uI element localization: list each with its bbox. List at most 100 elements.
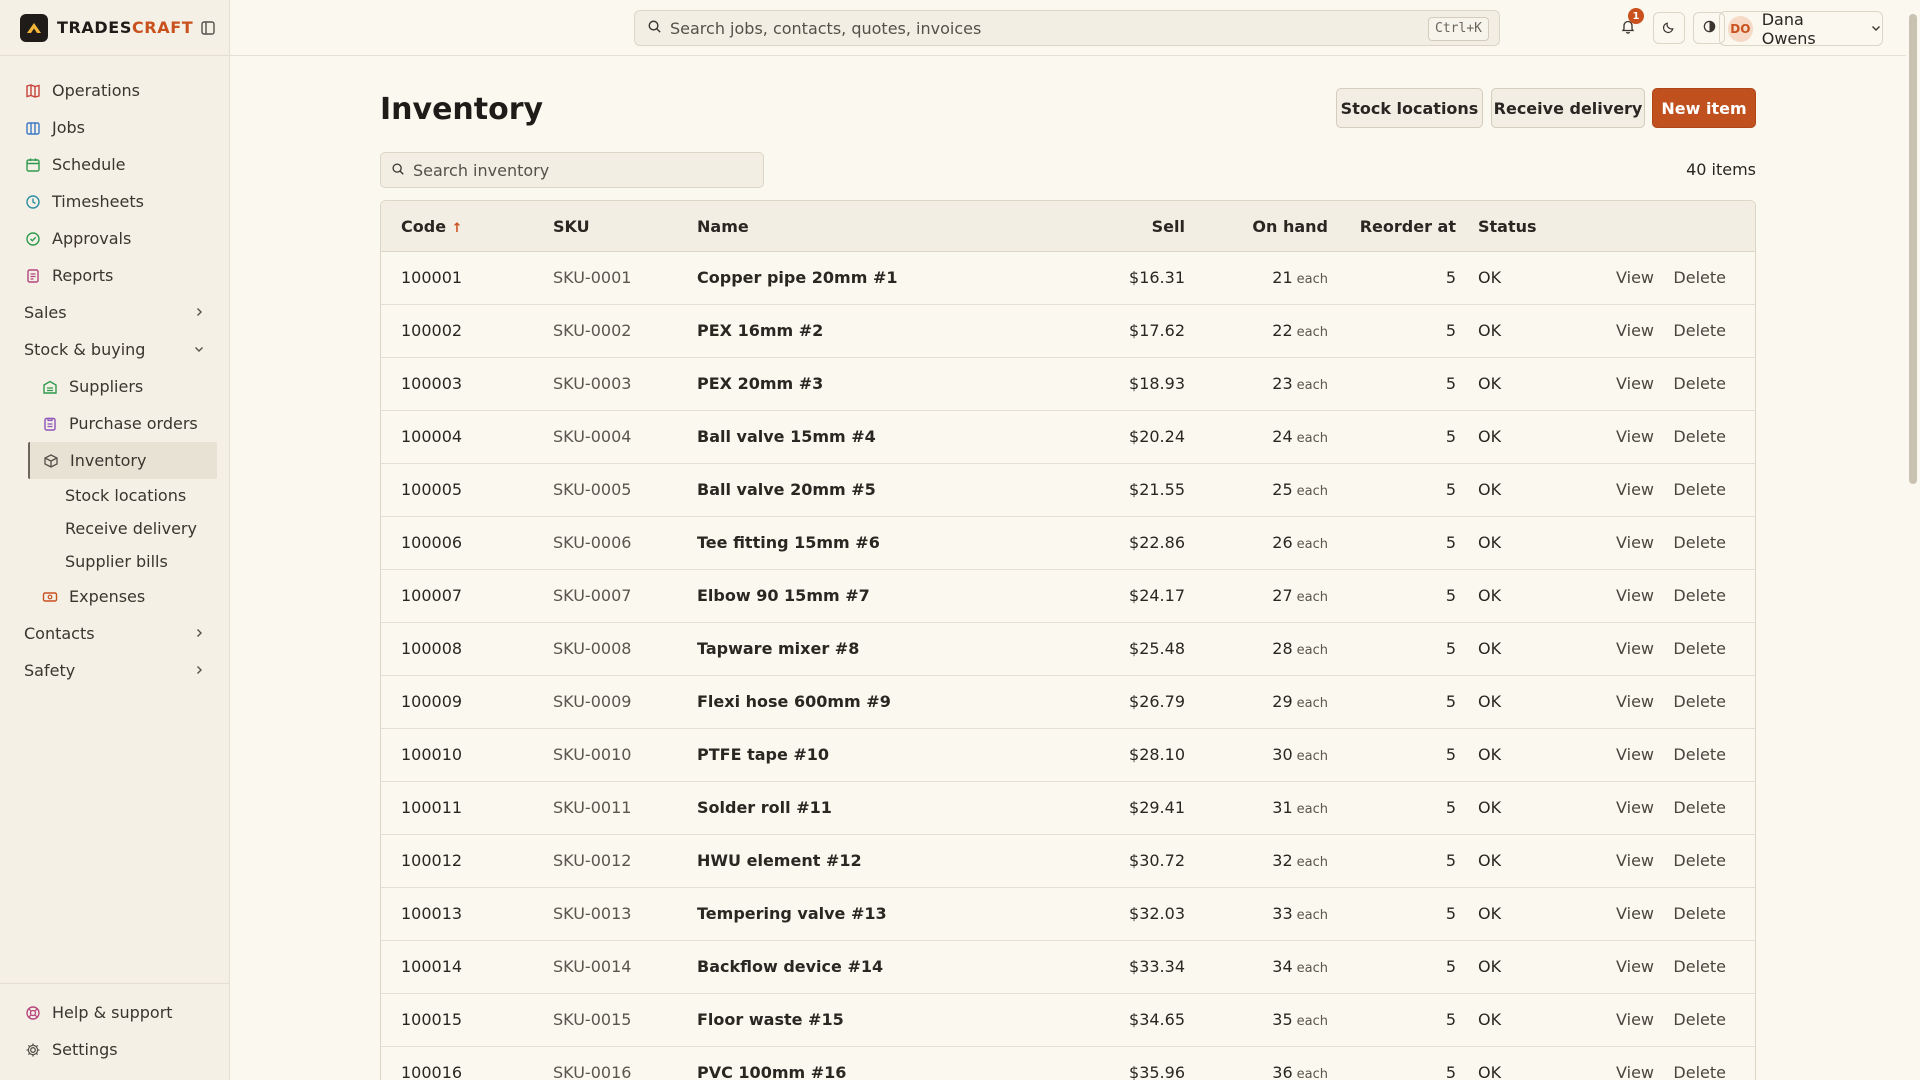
view-link[interactable]: View — [1616, 586, 1654, 605]
cell-code: 100003 — [401, 374, 463, 393]
delete-link[interactable]: Delete — [1673, 1063, 1726, 1080]
sidebar-item-operations[interactable]: Operations — [0, 72, 229, 109]
table-row[interactable]: 100014 SKU-0014 Backflow device #14 $33.34 3… — [381, 941, 1755, 994]
view-link[interactable]: View — [1616, 904, 1654, 923]
view-link[interactable]: View — [1616, 480, 1654, 499]
column-header-code[interactable]: Code ↑ — [401, 217, 463, 236]
table-row[interactable]: 100002 SKU-0002 PEX 16mm #2 $17.62 22 each 5 OK… — [381, 305, 1755, 358]
delete-link[interactable]: Delete — [1673, 374, 1726, 393]
sidebar-collapse-icon[interactable] — [199, 19, 217, 37]
delete-link[interactable]: Delete — [1673, 798, 1726, 817]
sidebar-item-approvals[interactable]: Approvals — [0, 220, 229, 257]
delete-link[interactable]: Delete — [1673, 533, 1726, 552]
sidebar-item-schedule[interactable]: Schedule — [0, 146, 229, 183]
delete-link[interactable]: Delete — [1673, 851, 1726, 870]
view-link[interactable]: View — [1616, 639, 1654, 658]
sidebar-group-sales[interactable]: Sales — [0, 294, 229, 331]
column-header-name[interactable]: Name — [697, 217, 749, 236]
receive-delivery-button[interactable]: Receive delivery — [1491, 88, 1645, 128]
view-link[interactable]: View — [1616, 533, 1654, 552]
cell-sell: $17.62 — [1129, 321, 1185, 340]
theme-toggle-button[interactable] — [1653, 12, 1685, 44]
delete-link[interactable]: Delete — [1673, 904, 1726, 923]
sidebar-group-safety[interactable]: Safety — [0, 652, 229, 689]
cell-code: 100016 — [401, 1063, 463, 1080]
view-link[interactable]: View — [1616, 851, 1654, 870]
sidebar-item-inventory[interactable]: Inventory — [28, 442, 217, 479]
delete-link[interactable]: Delete — [1673, 692, 1726, 711]
sidebar-item-receive-delivery[interactable]: Receive delivery — [0, 512, 229, 545]
sidebar-item-help[interactable]: Help & support — [0, 994, 229, 1031]
inventory-search-input[interactable] — [413, 160, 743, 180]
delete-link[interactable]: Delete — [1673, 427, 1726, 446]
user-menu-button[interactable]: DO Dana Owens — [1719, 10, 1883, 48]
delete-link[interactable]: Delete — [1673, 586, 1726, 605]
delete-link[interactable]: Delete — [1673, 1010, 1726, 1029]
table-row[interactable]: 100011 SKU-0011 Solder roll #11 $29.41 31 eac… — [381, 782, 1755, 835]
cell-status: OK — [1478, 639, 1502, 658]
table-row[interactable]: 100013 SKU-0013 Tempering valve #13 $32.03 3… — [381, 888, 1755, 941]
cell-name: PVC 100mm #16 — [697, 1063, 847, 1080]
table-row[interactable]: 100007 SKU-0007 Elbow 90 15mm #7 $24.17 27 ea… — [381, 570, 1755, 623]
stock-locations-button[interactable]: Stock locations — [1336, 88, 1483, 128]
table-body: 100001 SKU-0001 Copper pipe 20mm #1 $16.31 2… — [381, 252, 1755, 1080]
view-link[interactable]: View — [1616, 798, 1654, 817]
sidebar-item-settings[interactable]: Settings — [0, 1031, 229, 1068]
table-row[interactable]: 100010 SKU-0010 PTFE tape #10 $28.10 30 each 5… — [381, 729, 1755, 782]
table-row[interactable]: 100006 SKU-0006 Tee fitting 15mm #6 $22.86 2… — [381, 517, 1755, 570]
column-header-sku[interactable]: SKU — [553, 217, 590, 236]
table-row[interactable]: 100008 SKU-0008 Tapware mixer #8 $25.48 28 ea… — [381, 623, 1755, 676]
logo-icon[interactable] — [20, 13, 48, 42]
table-row[interactable]: 100004 SKU-0004 Ball valve 15mm #4 $20.24 24… — [381, 411, 1755, 464]
column-header-on-hand[interactable]: On hand — [1252, 217, 1328, 236]
delete-link[interactable]: Delete — [1673, 268, 1726, 287]
cell-status: OK — [1478, 480, 1502, 499]
table-row[interactable]: 100001 SKU-0001 Copper pipe 20mm #1 $16.31 2… — [381, 252, 1755, 305]
cell-sku: SKU-0011 — [553, 798, 632, 817]
view-link[interactable]: View — [1616, 1010, 1654, 1029]
sidebar-group-contacts[interactable]: Contacts — [0, 615, 229, 652]
global-search[interactable]: Ctrl+K — [634, 10, 1500, 46]
column-header-reorder-at[interactable]: Reorder at — [1360, 217, 1456, 236]
view-link[interactable]: View — [1616, 427, 1654, 446]
cell-reorder-at: 5 — [1445, 904, 1456, 923]
delete-link[interactable]: Delete — [1673, 957, 1726, 976]
new-item-button[interactable]: New item — [1652, 88, 1756, 128]
sidebar-item-jobs[interactable]: Jobs — [0, 109, 229, 146]
cell-sku: SKU-0005 — [553, 480, 632, 499]
sidebar-item-purchase-orders[interactable]: Purchase orders — [0, 405, 229, 442]
view-link[interactable]: View — [1616, 268, 1654, 287]
cell-code: 100001 — [401, 268, 463, 287]
sidebar-item-suppliers[interactable]: Suppliers — [0, 368, 229, 405]
notifications-button[interactable]: 1 — [1612, 8, 1644, 44]
sidebar-item-supplier-bills[interactable]: Supplier bills — [0, 545, 229, 578]
delete-link[interactable]: Delete — [1673, 480, 1726, 499]
delete-link[interactable]: Delete — [1673, 321, 1726, 340]
view-link[interactable]: View — [1616, 1063, 1654, 1080]
sidebar-item-timesheets[interactable]: Timesheets — [0, 183, 229, 220]
global-search-input[interactable] — [670, 18, 1410, 38]
table-row[interactable]: 100009 SKU-0009 Flexi hose 600mm #9 $26.79 2… — [381, 676, 1755, 729]
delete-link[interactable]: Delete — [1673, 639, 1726, 658]
delete-link[interactable]: Delete — [1673, 745, 1726, 764]
cell-code: 100002 — [401, 321, 463, 340]
column-header-status[interactable]: Status — [1478, 217, 1537, 236]
sidebar-item-expenses[interactable]: Expenses — [0, 578, 229, 615]
inventory-search[interactable] — [380, 152, 764, 188]
cell-status: OK — [1478, 1063, 1502, 1080]
scrollbar-thumb[interactable] — [1909, 14, 1917, 484]
sidebar-item-stock-locations[interactable]: Stock locations — [0, 479, 229, 512]
view-link[interactable]: View — [1616, 957, 1654, 976]
table-row[interactable]: 100005 SKU-0005 Ball valve 20mm #5 $21.55 25… — [381, 464, 1755, 517]
view-link[interactable]: View — [1616, 321, 1654, 340]
sidebar-item-reports[interactable]: Reports — [0, 257, 229, 294]
column-header-sell[interactable]: Sell — [1152, 217, 1185, 236]
table-row[interactable]: 100012 SKU-0012 HWU element #12 $30.72 32 eac… — [381, 835, 1755, 888]
view-link[interactable]: View — [1616, 745, 1654, 764]
table-row[interactable]: 100016 SKU-0016 PVC 100mm #16 $35.96 36 each 5… — [381, 1047, 1755, 1080]
view-link[interactable]: View — [1616, 692, 1654, 711]
sidebar-group-stock-buying[interactable]: Stock & buying — [0, 331, 229, 368]
view-link[interactable]: View — [1616, 374, 1654, 393]
table-row[interactable]: 100015 SKU-0015 Floor waste #15 $34.65 35 eac… — [381, 994, 1755, 1047]
table-row[interactable]: 100003 SKU-0003 PEX 20mm #3 $18.93 23 each 5 OK… — [381, 358, 1755, 411]
